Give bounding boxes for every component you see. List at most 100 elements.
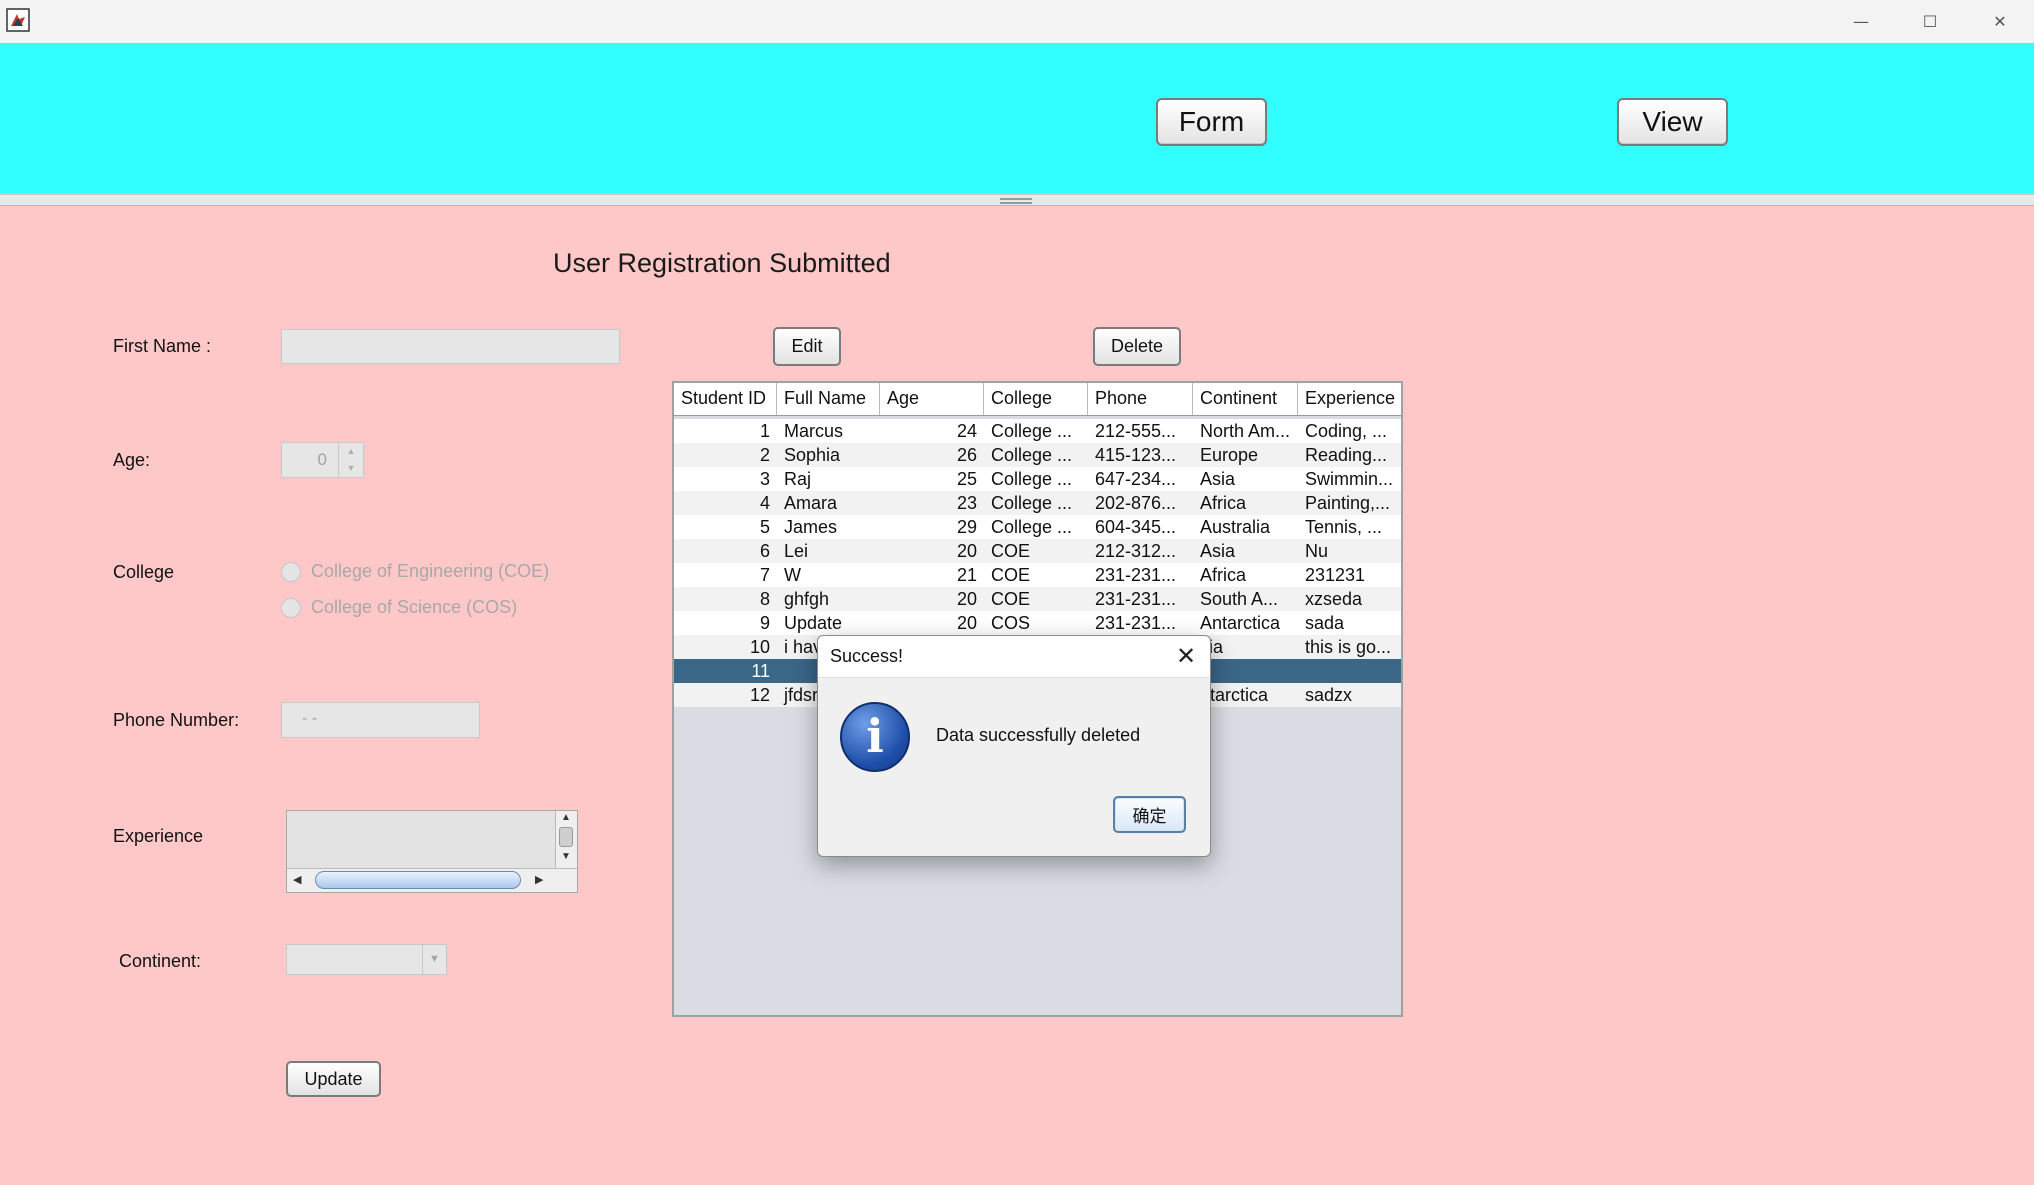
table-cell[interactable]: 231-231...	[1088, 563, 1193, 587]
table-cell[interactable]: Coding, ...	[1298, 419, 1401, 443]
table-cell[interactable]: College ...	[984, 467, 1088, 491]
table-cell[interactable]: 11	[674, 659, 777, 683]
radio-icon[interactable]	[281, 597, 301, 618]
table-cell[interactable]: 231-231...	[1088, 611, 1193, 635]
table-cell[interactable]: Update	[777, 611, 880, 635]
table-cell[interactable]: College ...	[984, 419, 1088, 443]
table-cell[interactable]: this is go...	[1298, 635, 1401, 659]
column-header[interactable]: College	[984, 383, 1088, 415]
table-cell[interactable]: COE	[984, 539, 1088, 563]
table-row[interactable]: 2 Sophia 26 College ... 415-123... Europe Read…	[674, 443, 1401, 467]
table-cell[interactable]: 604-345...	[1088, 515, 1193, 539]
table-cell[interactable]: Painting,...	[1298, 491, 1401, 515]
table-cell[interactable]: 231-231...	[1088, 587, 1193, 611]
table-row[interactable]: 7 W 21 COE 231-231... Africa 231231	[674, 563, 1401, 587]
table-cell[interactable]: Antarctica	[1193, 611, 1298, 635]
table-cell[interactable]: sadzx	[1298, 683, 1401, 707]
column-header[interactable]: Full Name	[777, 383, 880, 415]
table-cell[interactable]: Swimmin...	[1298, 467, 1401, 491]
table-cell[interactable]: Lei	[777, 539, 880, 563]
table-cell[interactable]: sada	[1298, 611, 1401, 635]
table-cell[interactable]: 9	[674, 611, 777, 635]
radio-icon[interactable]	[281, 561, 301, 582]
table-cell[interactable]: South A...	[1193, 587, 1298, 611]
table-cell[interactable]: 20	[880, 587, 984, 611]
table-cell[interactable]: Nu	[1298, 539, 1401, 563]
table-cell[interactable]: 647-234...	[1088, 467, 1193, 491]
scroll-thumb[interactable]	[559, 827, 573, 847]
divider-grip-icon[interactable]	[1000, 198, 1032, 204]
close-icon[interactable]: ✕	[1176, 642, 1196, 670]
continent-select[interactable]: ▼	[286, 944, 447, 975]
table-row[interactable]: 8 ghfgh 20 COE 231-231... South A... xzseda	[674, 587, 1401, 611]
table-cell[interactable]: 20	[880, 611, 984, 635]
update-button[interactable]: Update	[286, 1061, 381, 1097]
view-button[interactable]: View	[1617, 98, 1728, 146]
delete-button[interactable]: Delete	[1093, 327, 1181, 366]
table-cell[interactable]: Sophia	[777, 443, 880, 467]
phone-field[interactable]: - -	[281, 702, 480, 738]
chevron-down-icon[interactable]: ▼	[422, 945, 446, 974]
scroll-left-icon[interactable]: ◀	[293, 873, 301, 886]
table-cell[interactable]: Raj	[777, 467, 880, 491]
table-cell[interactable]: Europe	[1193, 443, 1298, 467]
table-cell[interactable]: 212-312...	[1088, 539, 1193, 563]
table-cell[interactable]: College ...	[984, 491, 1088, 515]
table-cell[interactable]	[1298, 659, 1401, 683]
table-cell[interactable]: 2	[674, 443, 777, 467]
table-cell[interactable]: Africa	[1193, 563, 1298, 587]
scroll-up-icon[interactable]: ▲	[561, 812, 571, 823]
table-row[interactable]: 5 James 29 College ... 604-345... Australia Te…	[674, 515, 1401, 539]
table-cell[interactable]: Reading...	[1298, 443, 1401, 467]
column-header[interactable]: Experience	[1298, 383, 1401, 415]
table-cell[interactable]: Africa	[1193, 491, 1298, 515]
table-cell[interactable]: 4	[674, 491, 777, 515]
form-button[interactable]: Form	[1156, 98, 1267, 146]
table-cell[interactable]: 3	[674, 467, 777, 491]
scroll-thumb[interactable]	[315, 871, 521, 889]
college-radio-cos[interactable]: College of Science (COS)	[281, 597, 517, 618]
table-cell[interactable]: Asia	[1193, 467, 1298, 491]
table-cell[interactable]: College ...	[984, 515, 1088, 539]
table-cell[interactable]: 8	[674, 587, 777, 611]
table-cell[interactable]: 26	[880, 443, 984, 467]
edit-button[interactable]: Edit	[773, 327, 841, 366]
close-icon[interactable]: ✕	[1965, 0, 2034, 43]
table-cell[interactable]: ghfgh	[777, 587, 880, 611]
minimize-icon[interactable]: —	[1826, 0, 1896, 43]
table-cell[interactable]: 21	[880, 563, 984, 587]
table-cell[interactable]: 25	[880, 467, 984, 491]
table-cell[interactable]: 20	[880, 539, 984, 563]
column-header[interactable]: Continent	[1193, 383, 1298, 415]
table-cell[interactable]: W	[777, 563, 880, 587]
table-cell[interactable]: 5	[674, 515, 777, 539]
horizontal-scrollbar[interactable]: ◀ ▶	[287, 868, 577, 892]
split-divider[interactable]	[0, 193, 2034, 206]
experience-textarea[interactable]: ▲ ▼ ◀ ▶	[286, 810, 578, 893]
table-cell[interactable]: College ...	[984, 443, 1088, 467]
table-cell[interactable]: xzseda	[1298, 587, 1401, 611]
scroll-down-icon[interactable]: ▼	[561, 851, 571, 862]
table-cell[interactable]: Amara	[777, 491, 880, 515]
table-cell[interactable]: 7	[674, 563, 777, 587]
table-cell[interactable]: Australia	[1193, 515, 1298, 539]
column-header[interactable]: Age	[880, 383, 984, 415]
table-row[interactable]: 9 Update 20 COS 231-231... Antarctica sada	[674, 611, 1401, 635]
table-cell[interactable]: 12	[674, 683, 777, 707]
table-cell[interactable]: 10	[674, 635, 777, 659]
maximize-icon[interactable]: ☐	[1895, 0, 1965, 43]
table-cell[interactable]: COS	[984, 611, 1088, 635]
table-row[interactable]: 1 Marcus 24 College ... 212-555... North Am..…	[674, 419, 1401, 443]
column-header[interactable]: Student ID	[674, 383, 777, 415]
table-row[interactable]: 6 Lei 20 COE 212-312... Asia Nu	[674, 539, 1401, 563]
table-cell[interactable]: 1	[674, 419, 777, 443]
table-cell[interactable]: 202-876...	[1088, 491, 1193, 515]
table-cell[interactable]: COE	[984, 587, 1088, 611]
table-cell[interactable]: 231231	[1298, 563, 1401, 587]
first-name-input[interactable]	[281, 329, 620, 364]
table-cell[interactable]: Tennis, ...	[1298, 515, 1401, 539]
table-cell[interactable]: Marcus	[777, 419, 880, 443]
table-cell[interactable]: 24	[880, 419, 984, 443]
spinner-arrows[interactable]: ▲ ▼	[338, 443, 363, 477]
table-row[interactable]: 3 Raj 25 College ... 647-234... Asia Swimmin..…	[674, 467, 1401, 491]
